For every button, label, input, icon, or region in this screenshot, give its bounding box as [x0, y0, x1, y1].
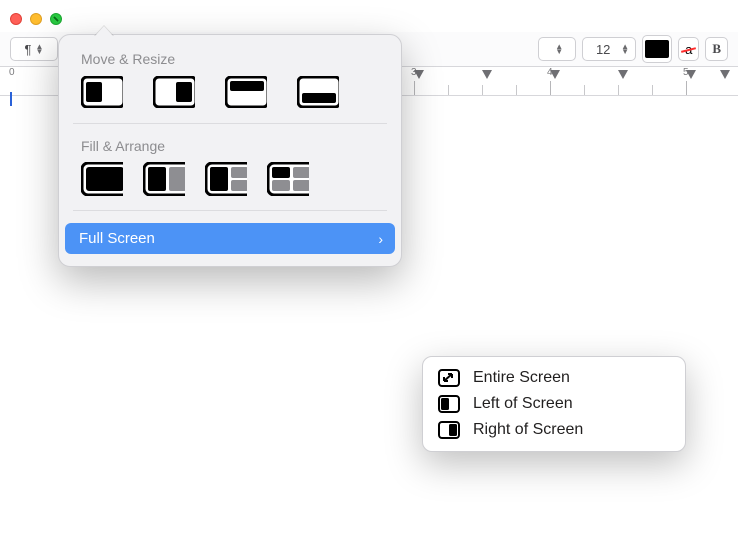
entire-screen-icon [437, 369, 461, 387]
fill-arrange-row [59, 162, 401, 208]
bold-button[interactable]: B [705, 37, 728, 61]
submenu-label: Right of Screen [473, 421, 583, 439]
chevron-updown-icon: ▲▼ [555, 44, 563, 54]
submenu-right-of-screen[interactable]: Right of Screen [429, 417, 679, 443]
paragraph-style-button[interactable]: ¶ ▲▼ [10, 37, 58, 61]
tab-marker-icon[interactable] [550, 70, 560, 80]
pilcrow-icon: ¶ [25, 42, 32, 57]
divider [73, 123, 387, 124]
tab-marker-icon[interactable] [686, 70, 696, 80]
right-of-screen-icon [437, 421, 461, 439]
tile-top-half[interactable] [225, 77, 267, 107]
move-resize-row [59, 75, 401, 121]
text-color-button[interactable] [642, 35, 672, 63]
window-tiling-popover: Move & Resize Fill & Arrange Full [58, 34, 402, 267]
tile-fill[interactable] [81, 164, 123, 194]
chevron-updown-icon: ▲▼ [621, 44, 629, 54]
submenu-label: Left of Screen [473, 395, 573, 413]
bold-icon: B [712, 41, 721, 57]
tab-marker-icon[interactable] [482, 70, 492, 80]
color-swatch-icon [645, 40, 669, 58]
strikethrough-icon: a [685, 42, 692, 57]
tile-left-half[interactable] [81, 77, 123, 107]
font-family-select[interactable]: ▲▼ [538, 37, 576, 61]
chevron-updown-icon: ▲▼ [36, 44, 44, 54]
left-of-screen-icon [437, 395, 461, 413]
window-close-button[interactable] [10, 13, 22, 25]
tile-left-and-quarters[interactable] [205, 164, 247, 194]
section-label-move-resize: Move & Resize [59, 49, 401, 75]
section-label-fill-arrange: Fill & Arrange [59, 136, 401, 162]
tile-bottom-half[interactable] [297, 77, 339, 107]
font-size-select[interactable]: 12 ▲▼ [582, 37, 636, 61]
ruler-number: 0 [9, 67, 15, 78]
strikethrough-button[interactable]: a [678, 37, 699, 61]
tile-quadrants[interactable] [267, 164, 309, 194]
text-cursor [10, 92, 12, 106]
font-size-value: 12 [589, 42, 617, 57]
tile-right-half[interactable] [153, 77, 195, 107]
window-minimize-button[interactable] [30, 13, 42, 25]
submenu-entire-screen[interactable]: Entire Screen [429, 365, 679, 391]
submenu-label: Entire Screen [473, 369, 570, 387]
fullscreen-submenu: Entire Screen Left of Screen Right of Sc… [422, 356, 686, 452]
submenu-left-of-screen[interactable]: Left of Screen [429, 391, 679, 417]
tile-left-and-right[interactable] [143, 164, 185, 194]
divider [73, 210, 387, 211]
tab-marker-icon[interactable] [414, 70, 424, 80]
fullscreen-label: Full Screen [79, 230, 155, 247]
chevron-right-icon: › [378, 231, 383, 247]
fullscreen-menu-item[interactable]: Full Screen › [65, 223, 395, 254]
window-fullscreen-button[interactable] [50, 13, 62, 25]
tab-marker-icon[interactable] [618, 70, 628, 80]
right-indent-marker-icon[interactable] [720, 70, 730, 80]
